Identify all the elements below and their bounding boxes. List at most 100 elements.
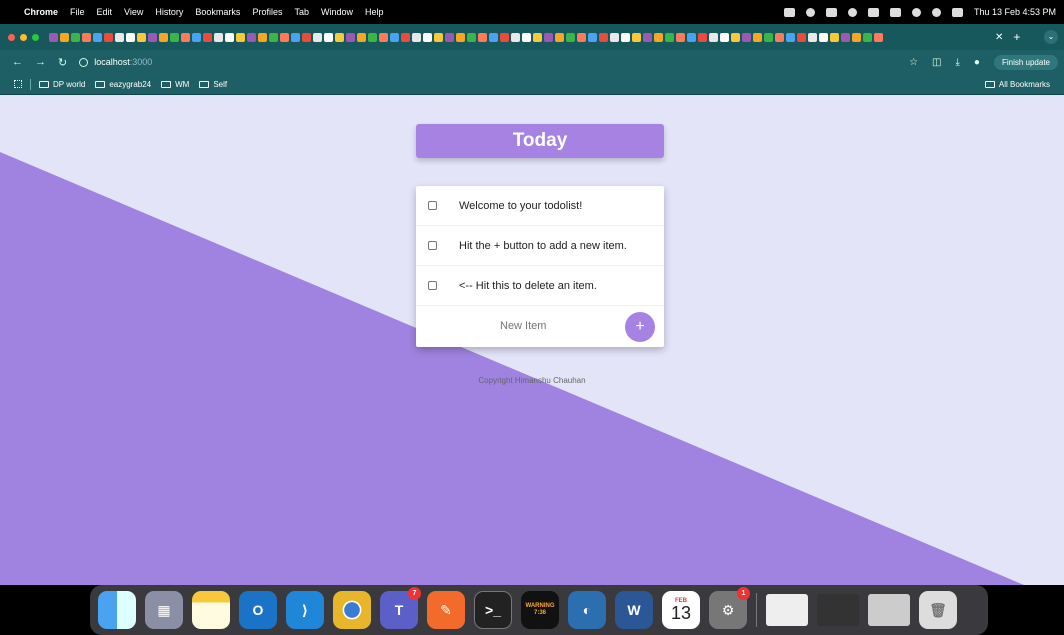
new-tab-button[interactable]: +: [1013, 30, 1020, 44]
tab-favicon[interactable]: [599, 32, 608, 42]
notes-icon[interactable]: [192, 591, 230, 629]
delete-checkbox[interactable]: [428, 281, 437, 290]
calendar-icon[interactable]: FEB 13: [662, 591, 700, 629]
minimize-window-button[interactable]: [20, 33, 27, 41]
tab-favicon[interactable]: [500, 32, 509, 42]
tab-favicon[interactable]: [412, 32, 421, 42]
tab-favicon[interactable]: [379, 32, 388, 42]
tab-favicon[interactable]: [225, 32, 234, 42]
tab-favicon[interactable]: [742, 32, 751, 42]
tab-favicon[interactable]: [115, 32, 124, 42]
minimized-window-thumbnail[interactable]: [766, 594, 808, 626]
tab-favicon[interactable]: [588, 32, 597, 42]
zoom-window-button[interactable]: [32, 33, 39, 41]
status-app-icon[interactable]: [805, 7, 815, 17]
tab-favicon[interactable]: [291, 32, 300, 42]
menu-view[interactable]: View: [124, 7, 143, 17]
word-icon[interactable]: W: [615, 591, 653, 629]
menu-profiles[interactable]: Profiles: [252, 7, 282, 17]
tab-favicon[interactable]: [434, 32, 443, 42]
tab-favicon[interactable]: [390, 32, 399, 42]
tab-favicon[interactable]: [93, 32, 102, 42]
bookmark-eazygrab24[interactable]: eazygrab24: [95, 80, 151, 89]
add-item-button[interactable]: +: [625, 312, 655, 342]
tab-favicon[interactable]: [203, 32, 212, 42]
control-center-icon[interactable]: [951, 7, 963, 17]
search-icon[interactable]: [931, 7, 941, 17]
tab-favicon[interactable]: [720, 32, 729, 42]
tab-favicon[interactable]: [753, 32, 762, 42]
tab-favicon[interactable]: [280, 32, 289, 42]
tab-favicon[interactable]: [170, 32, 179, 42]
menu-help[interactable]: Help: [365, 7, 384, 17]
tab-favicon[interactable]: [423, 32, 432, 42]
tab-favicon[interactable]: [665, 32, 674, 42]
tab-favicon[interactable]: [192, 32, 201, 42]
star-icon[interactable]: ☆: [909, 57, 918, 68]
tab-favicon[interactable]: [467, 32, 476, 42]
chrome-icon[interactable]: [333, 591, 371, 629]
terminal-icon[interactable]: >_: [474, 591, 512, 629]
chevron-down-icon[interactable]: ⌄: [1044, 30, 1058, 44]
sequel-ace-icon[interactable]: ◐: [568, 591, 606, 629]
tab-favicon[interactable]: [357, 32, 366, 42]
tab-favicon[interactable]: [566, 32, 575, 42]
status-app-icon[interactable]: [783, 7, 795, 17]
tab-favicon[interactable]: [214, 32, 223, 42]
tab-favicon[interactable]: [60, 32, 69, 42]
tab-favicon[interactable]: [687, 32, 696, 42]
tab-favicon[interactable]: [71, 32, 80, 42]
new-item-input[interactable]: [500, 320, 610, 332]
tab-favicon[interactable]: [808, 32, 817, 42]
tab-favicon[interactable]: [610, 32, 619, 42]
record-icon[interactable]: [847, 7, 857, 17]
tab-favicon[interactable]: [819, 32, 828, 42]
tab-favicon[interactable]: [731, 32, 740, 42]
menu-app-name[interactable]: Chrome: [24, 7, 58, 17]
tab-favicon[interactable]: [489, 32, 498, 42]
apps-grid-icon[interactable]: [14, 80, 22, 88]
tab-favicon[interactable]: [775, 32, 784, 42]
system-settings-icon[interactable]: ⚙ 1: [709, 587, 750, 629]
tab-favicon[interactable]: [258, 32, 267, 42]
tab-favicon[interactable]: [577, 32, 586, 42]
tab-favicon[interactable]: [313, 32, 322, 42]
bookmark-self[interactable]: Self: [199, 80, 227, 89]
tab-favicon[interactable]: [148, 32, 157, 42]
trash-icon[interactable]: 🗑: [919, 591, 957, 629]
bookmark-dp-world[interactable]: DP world: [39, 80, 85, 89]
delete-checkbox[interactable]: [428, 241, 437, 250]
minimized-window-thumbnail[interactable]: [868, 594, 910, 626]
tab-favicon[interactable]: [159, 32, 168, 42]
tab-favicon[interactable]: [324, 32, 333, 42]
menu-edit[interactable]: Edit: [97, 7, 113, 17]
tab-favicon[interactable]: [863, 32, 872, 42]
tab-favicon[interactable]: [126, 32, 135, 42]
postman-icon[interactable]: ✎: [427, 591, 465, 629]
tab-favicon[interactable]: [786, 32, 795, 42]
tab-favicon[interactable]: [236, 32, 245, 42]
reload-icon[interactable]: ↻: [58, 56, 67, 69]
tab-favicon[interactable]: [874, 32, 883, 42]
tab-favicon[interactable]: [478, 32, 487, 42]
bookmark-wm[interactable]: WM: [161, 80, 189, 89]
finder-icon[interactable]: [98, 591, 136, 629]
close-window-button[interactable]: [8, 33, 15, 41]
download-icon[interactable]: ⤓: [956, 57, 960, 68]
back-icon[interactable]: ←: [12, 56, 23, 68]
menu-clock[interactable]: Thu 13 Feb 4:53 PM: [974, 7, 1056, 17]
tab-favicon[interactable]: [643, 32, 652, 42]
tab-favicon[interactable]: [335, 32, 344, 42]
tab-favicon[interactable]: [269, 32, 278, 42]
forward-icon[interactable]: →: [35, 56, 46, 68]
launchpad-icon[interactable]: ▦: [145, 591, 183, 629]
menu-history[interactable]: History: [155, 7, 183, 17]
tab-favicons[interactable]: [49, 32, 989, 42]
wifi-icon[interactable]: [911, 7, 921, 17]
extensions-icon[interactable]: ◫: [932, 57, 941, 68]
tab-favicon[interactable]: [544, 32, 553, 42]
tab-favicon[interactable]: [346, 32, 355, 42]
site-info-icon[interactable]: [79, 57, 89, 67]
all-bookmarks[interactable]: All Bookmarks: [984, 80, 1050, 89]
outlook-icon[interactable]: O: [239, 591, 277, 629]
